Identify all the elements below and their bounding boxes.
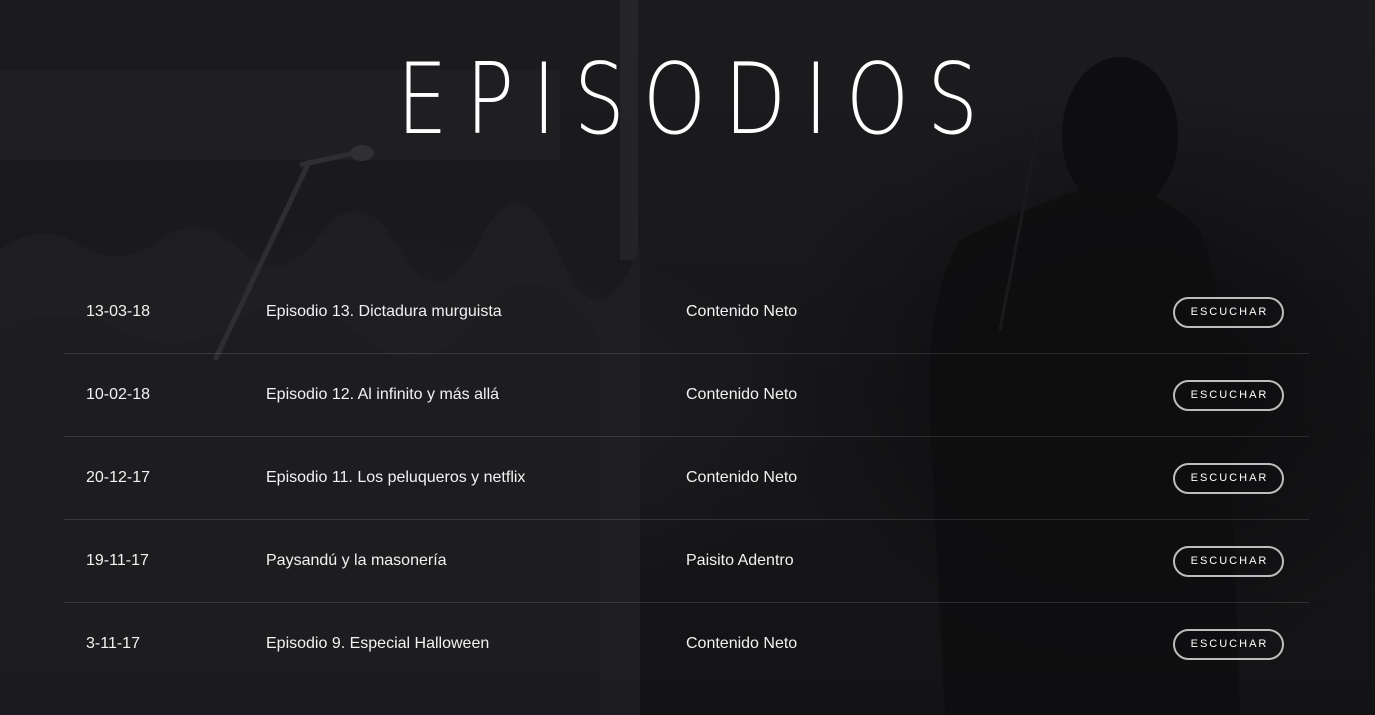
episode-title: Episodio 13. Dictadura murguista — [266, 303, 502, 320]
episode-program: Contenido Neto — [686, 635, 798, 652]
episode-program: Contenido Neto — [686, 303, 798, 320]
list-item: 19-11-17 Paysandú y la masonería Paisito… — [64, 520, 1309, 603]
episode-date: 19-11-17 — [86, 552, 149, 569]
episode-title: Episodio 9. Especial Halloween — [266, 635, 490, 652]
listen-button[interactable]: ESCUCHAR — [1173, 629, 1284, 660]
episode-date: 20-12-17 — [86, 469, 151, 486]
list-item: 20-12-17 Episodio 11. Los peluqueros y n… — [64, 437, 1309, 520]
episode-date: 13-03-18 — [86, 303, 151, 320]
episodes-section: EPISODIOS 13-03-18 Episodio 13. Dictadur… — [0, 0, 1375, 715]
episode-program: Contenido Neto — [686, 386, 798, 403]
listen-button[interactable]: ESCUCHAR — [1173, 463, 1284, 494]
episode-date: 10-02-18 — [86, 386, 151, 403]
listen-button[interactable]: ESCUCHAR — [1173, 380, 1284, 411]
episode-title: Episodio 12. Al infinito y más allá — [266, 386, 500, 403]
list-item: 3-11-17 Episodio 9. Especial Halloween C… — [64, 603, 1309, 686]
list-item: 13-03-18 Episodio 13. Dictadura murguist… — [64, 271, 1309, 354]
episode-date: 3-11-17 — [86, 635, 140, 652]
list-item: 10-02-18 Episodio 12. Al infinito y más … — [64, 354, 1309, 437]
page-title: EPISODIOS — [396, 43, 997, 157]
episode-program: Paisito Adentro — [686, 552, 794, 569]
episode-title: Episodio 11. Los peluqueros y netflix — [266, 469, 526, 486]
listen-button[interactable]: ESCUCHAR — [1173, 546, 1284, 577]
listen-button[interactable]: ESCUCHAR — [1173, 297, 1284, 328]
episode-list: 13-03-18 Episodio 13. Dictadura murguist… — [64, 271, 1309, 686]
episode-program: Contenido Neto — [686, 469, 798, 486]
episode-title: Paysandú y la masonería — [266, 552, 447, 569]
